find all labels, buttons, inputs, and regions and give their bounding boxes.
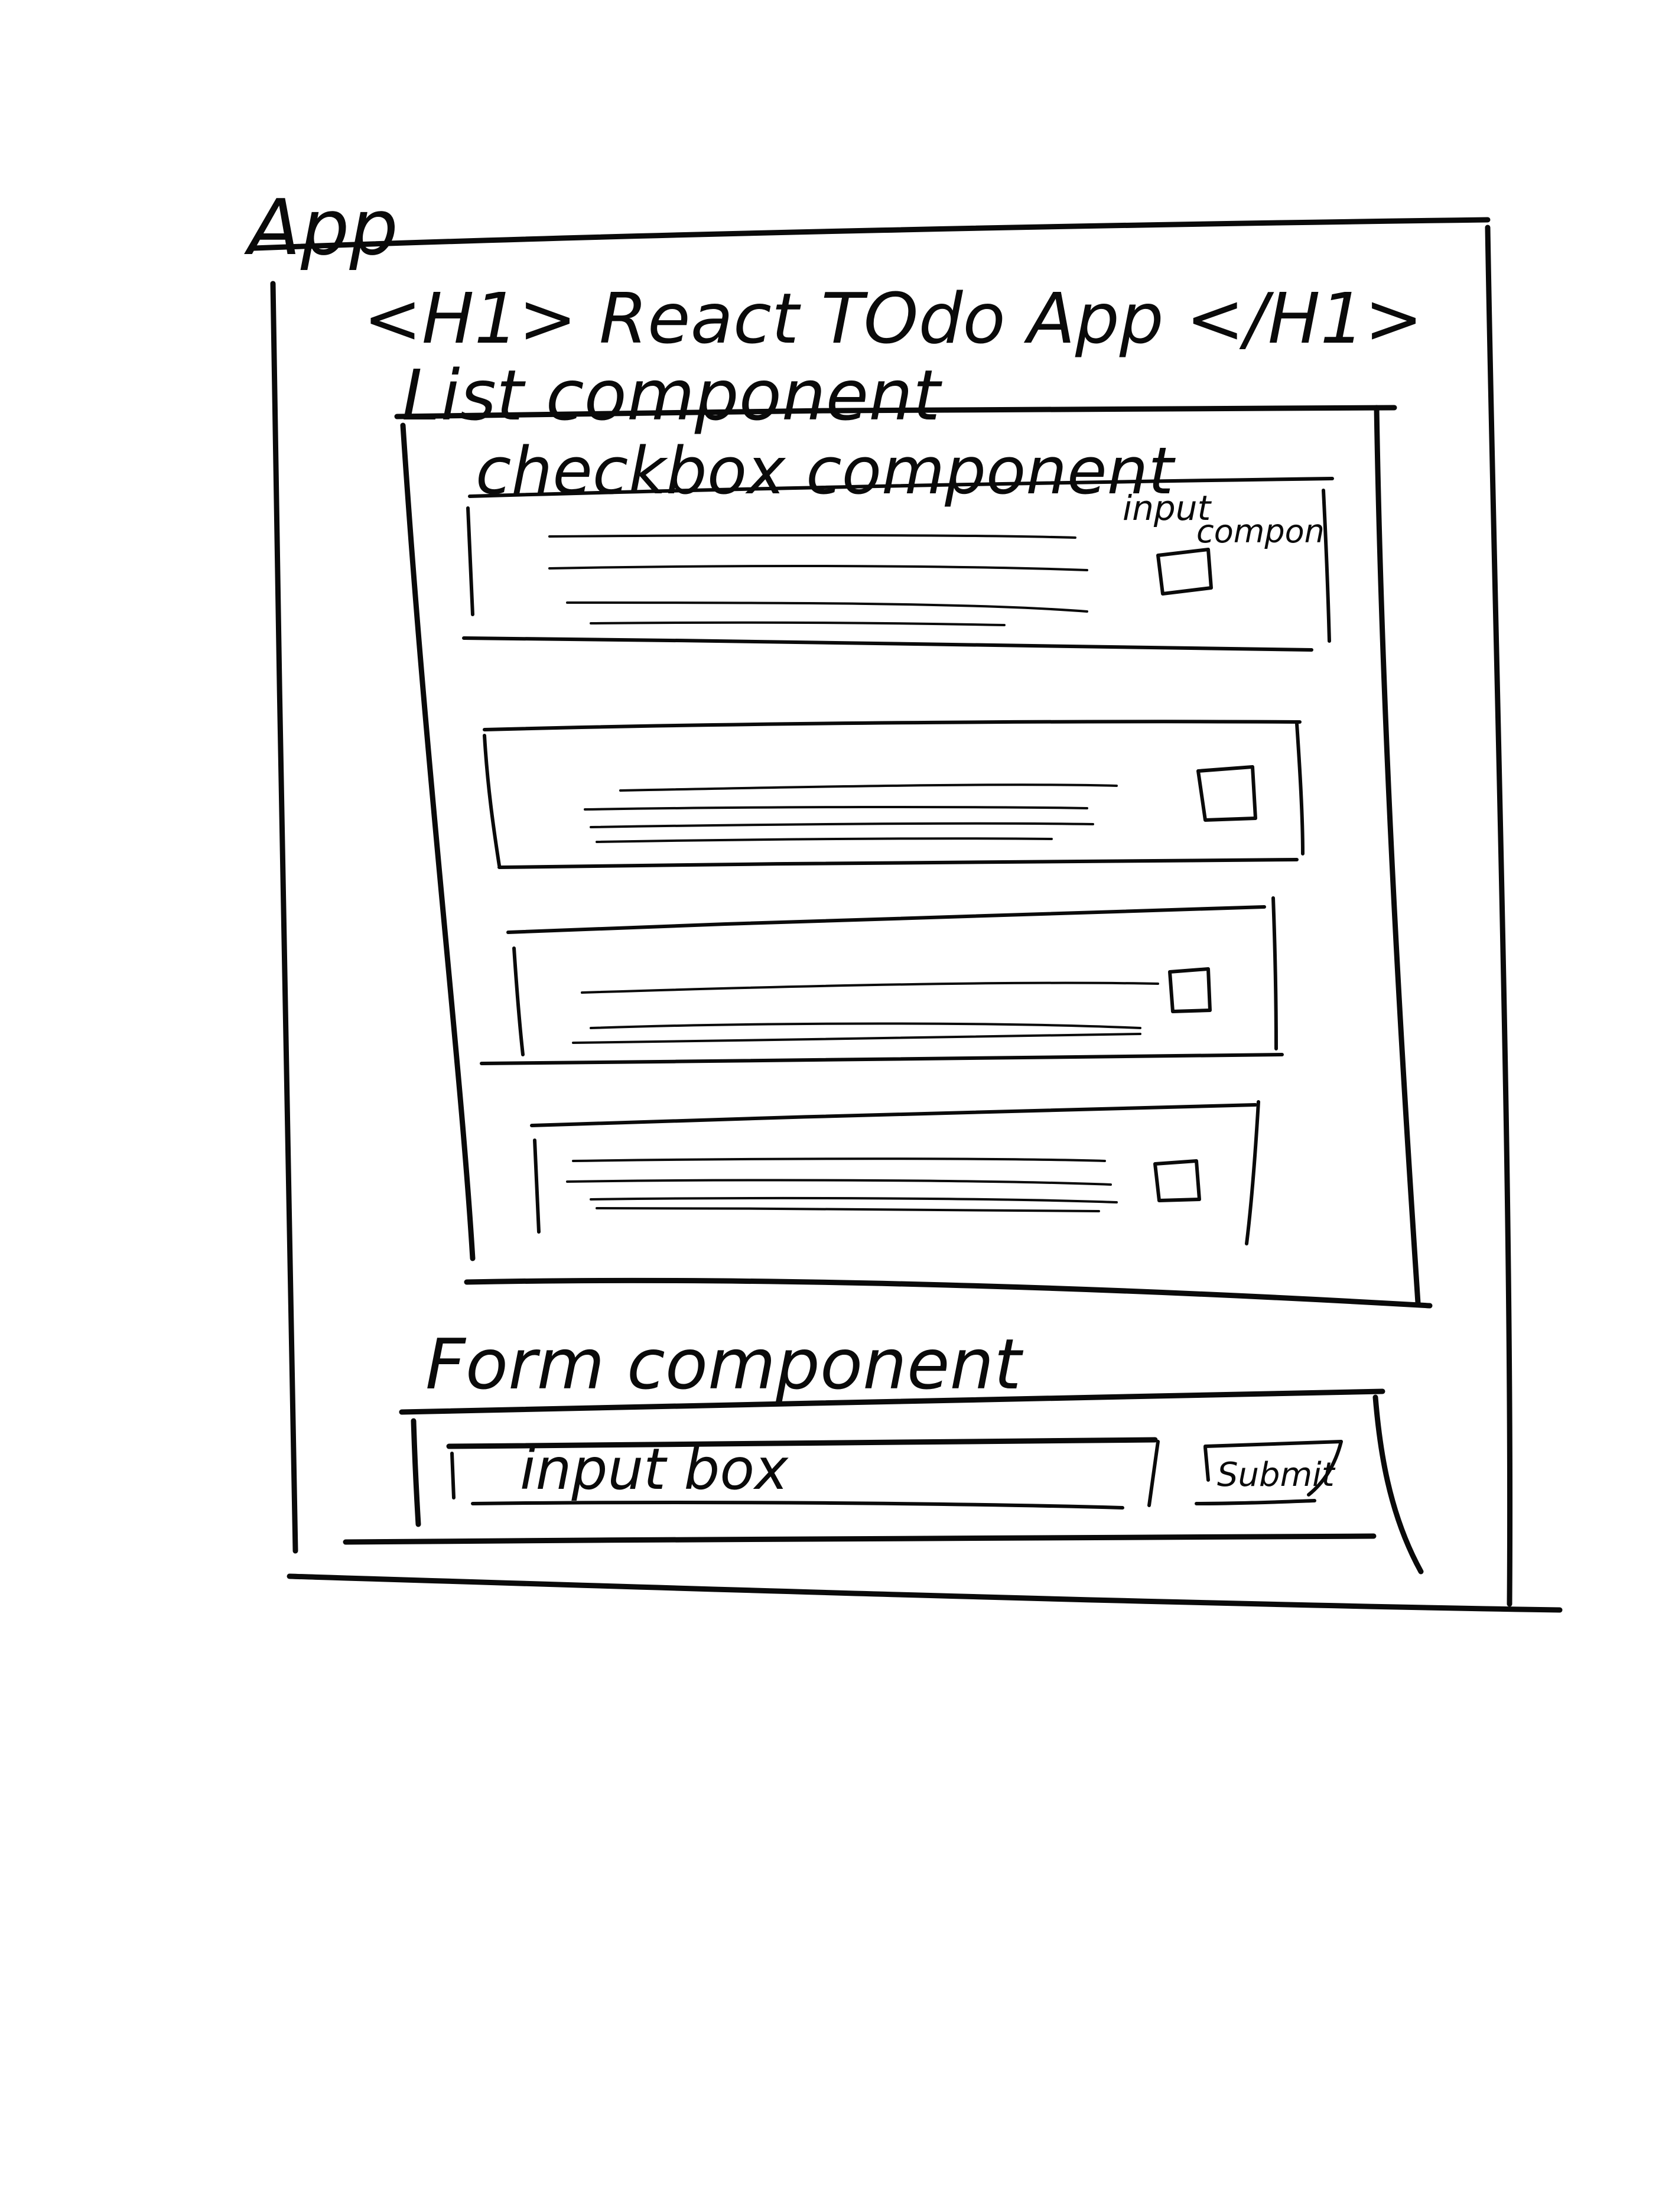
- input-box-label: input box: [520, 1436, 789, 1502]
- checkbox-3-icon[interactable]: [1168, 967, 1212, 1013]
- checkbox-2-icon[interactable]: [1196, 765, 1257, 822]
- app-label: App: [244, 183, 398, 272]
- input-checkbox-icon[interactable]: [1156, 548, 1213, 596]
- wireframe-sketch: App <H1> React TOdo App </H1> List compo…: [244, 183, 1563, 1613]
- input-component-label-line2: compon: [1196, 513, 1325, 550]
- checkbox-component-2: [483, 720, 1305, 869]
- checkbox-component-3: [480, 896, 1284, 1065]
- checkbox-component-4: [530, 1100, 1260, 1245]
- form-component-label: Form component: [425, 1323, 1023, 1405]
- checkbox-component-label: checkbox component: [476, 433, 1176, 509]
- list-component-label: List component: [402, 354, 942, 436]
- header-h1: <H1> React TOdo App </H1>: [363, 278, 1423, 359]
- checkbox-4-icon[interactable]: [1153, 1159, 1201, 1202]
- submit-button-label[interactable]: Submit: [1217, 1456, 1336, 1494]
